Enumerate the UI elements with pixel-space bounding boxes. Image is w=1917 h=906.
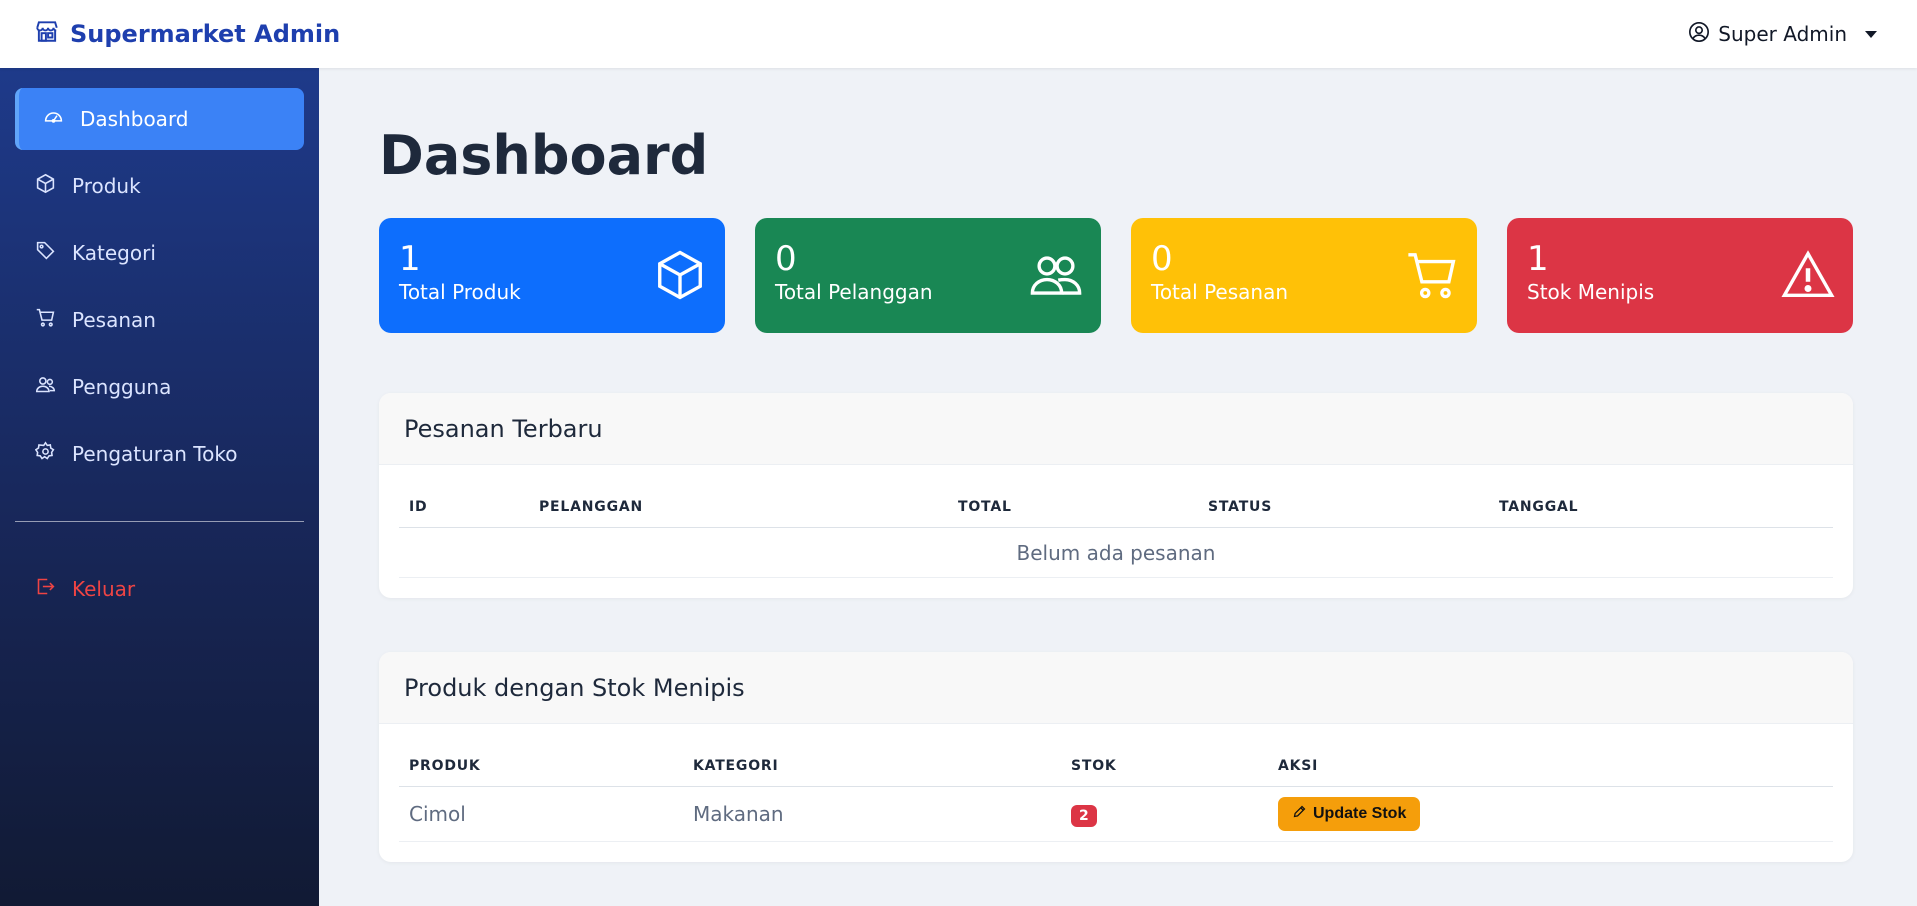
pencil-icon [1292, 804, 1307, 824]
sidebar-item-kategori[interactable]: Kategori [15, 222, 304, 284]
recent-orders-card: Pesanan Terbaru ID PELANGGAN TOTAL STATU… [379, 393, 1853, 598]
sidebar-item-pengguna[interactable]: Pengguna [15, 356, 304, 418]
sidebar-item-label: Kategori [72, 241, 156, 265]
orders-table: ID PELANGGAN TOTAL STATUS TANGGAL Belum … [399, 485, 1833, 578]
column-header: ID [399, 485, 529, 528]
column-header: STATUS [1198, 485, 1489, 528]
stat-card-total-produk[interactable]: 1 Total Produk [379, 218, 725, 333]
stock-badge: 2 [1071, 805, 1097, 827]
user-name: Super Admin [1718, 22, 1847, 46]
column-header: TANGGAL [1489, 485, 1833, 528]
cart-icon [1408, 253, 1456, 299]
sidebar-item-label: Pengaturan Toko [72, 442, 238, 466]
people-icon [35, 374, 56, 400]
table-row: Cimol Makanan 2 Update Stok [399, 786, 1833, 842]
logout-button[interactable]: Keluar [15, 558, 304, 620]
warning-icon [1781, 250, 1835, 297]
stats-row: 1 Total Produk 0 Total Pelanggan 0 Total… [379, 218, 1853, 333]
column-header: PELANGGAN [529, 485, 948, 528]
stat-card-stok-menipis[interactable]: 1 Stok Menipis [1507, 218, 1853, 333]
cart-icon [35, 307, 56, 333]
sidebar: Dashboard Produk Kategori Pesanan Penggu… [0, 68, 319, 906]
category-name: Makanan [683, 786, 1061, 842]
update-stock-button[interactable]: Update Stok [1278, 797, 1421, 831]
low-stock-card: Produk dengan Stok Menipis PRODUK KATEGO… [379, 652, 1853, 862]
speedometer-icon [43, 106, 64, 132]
sidebar-item-produk[interactable]: Produk [15, 155, 304, 217]
box-icon [658, 250, 702, 300]
sidebar-item-label: Pesanan [72, 308, 156, 332]
stat-card-total-pelanggan[interactable]: 0 Total Pelanggan [755, 218, 1101, 333]
sidebar-item-label: Dashboard [80, 107, 189, 131]
sidebar-item-label: Pengguna [72, 375, 172, 399]
box-icon [35, 173, 56, 199]
page-title: Dashboard [379, 124, 709, 187]
column-header: AKSI [1268, 744, 1833, 787]
main-content: Dashboard 1 Total Produk 0 Total Pelangg… [379, 68, 1853, 862]
sidebar-divider [15, 521, 304, 522]
shop-icon [34, 18, 60, 50]
logout-icon [35, 576, 56, 602]
button-label: Update Stok [1313, 805, 1407, 822]
sidebar-item-pesanan[interactable]: Pesanan [15, 289, 304, 351]
column-header: TOTAL [948, 485, 1198, 528]
brand[interactable]: Supermarket Admin [34, 18, 340, 50]
table-row: Belum ada pesanan [399, 527, 1833, 578]
sidebar-item-dashboard[interactable]: Dashboard [15, 88, 304, 150]
stat-card-total-pesanan[interactable]: 0 Total Pesanan [1131, 218, 1477, 333]
user-circle-icon [1688, 21, 1710, 48]
top-navbar: Supermarket Admin Super Admin [0, 0, 1917, 68]
tags-icon [35, 240, 56, 266]
empty-state: Belum ada pesanan [399, 527, 1833, 578]
column-header: PRODUK [399, 744, 683, 787]
low-stock-table: PRODUK KATEGORI STOK AKSI Cimol Makanan … [399, 744, 1833, 842]
sidebar-item-pengaturan-toko[interactable]: Pengaturan Toko [15, 423, 304, 485]
brand-name: Supermarket Admin [70, 20, 341, 48]
sidebar-item-label: Produk [72, 174, 141, 198]
user-menu[interactable]: Super Admin [1688, 21, 1877, 48]
logout-label: Keluar [72, 577, 136, 601]
people-icon [1030, 256, 1082, 295]
column-header: STOK [1061, 744, 1268, 787]
card-title: Produk dengan Stok Menipis [379, 652, 1853, 724]
gear-icon [34, 441, 56, 467]
chevron-down-icon [1865, 30, 1877, 38]
column-header: KATEGORI [683, 744, 1061, 787]
product-name: Cimol [399, 786, 683, 842]
card-title: Pesanan Terbaru [379, 393, 1853, 465]
